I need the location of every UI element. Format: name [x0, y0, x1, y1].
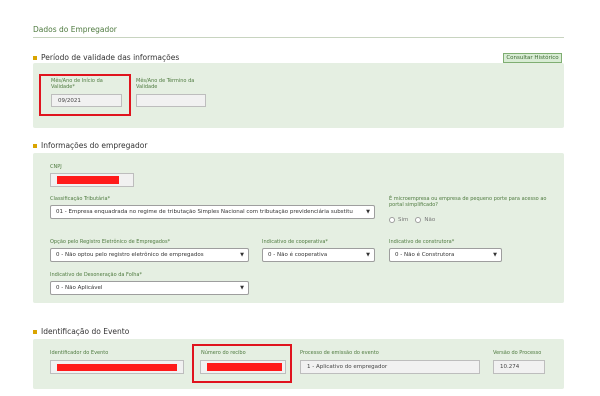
payroll-value: 0 - Não Aplicável [56, 285, 103, 291]
electronic-registry-select[interactable]: 0 - Não optou pelo registro eletrônico d… [50, 248, 249, 262]
construction-value: 0 - Não é Construtora [395, 252, 455, 258]
chevron-down-icon: ▼ [366, 209, 370, 215]
chevron-down-icon: ▼ [240, 252, 244, 258]
end-date-field[interactable] [136, 94, 206, 107]
bullet-icon [33, 329, 37, 334]
employer-heading-text: Informações do empregador [41, 141, 148, 150]
construction-label: Indicativo de construtora* [389, 239, 455, 245]
process-field[interactable]: 1 - Aplicativo do empregador [300, 360, 480, 374]
receipt-label: Número do recibo [201, 350, 246, 356]
electronic-registry-label: Opção pelo Registro Eletrônico de Empreg… [50, 239, 171, 245]
payroll-label: Indicativo de Desoneração da Folha* [50, 272, 142, 278]
version-label: Versão do Processo [493, 350, 542, 356]
event-id-redaction [57, 363, 177, 371]
start-date-label: Mês/Ano de Início da Validade* [51, 78, 103, 90]
bullet-icon [33, 143, 37, 148]
cooperative-select[interactable]: 0 - Não é cooperativa ▼ [262, 248, 375, 262]
validity-section-heading: Período de validade das informações [33, 53, 179, 62]
version-field[interactable]: 10.274 [493, 360, 545, 374]
event-id-field[interactable] [50, 360, 184, 374]
event-section-heading: Identificação do Evento [33, 327, 129, 336]
validity-heading-text: Período de validade das informações [41, 53, 180, 62]
micro-yes-label: Sim [398, 217, 409, 223]
micro-yes-radio[interactable] [389, 217, 395, 223]
receipt-field[interactable] [200, 360, 286, 374]
title-divider [33, 37, 564, 38]
employer-section-heading: Informações do empregador [33, 141, 147, 150]
bullet-icon [33, 55, 37, 60]
micro-company-radio-group: Sim Não [389, 217, 435, 223]
construction-select[interactable]: 0 - Não é Construtora ▼ [389, 248, 502, 262]
micro-company-label: É microempresa ou empresa de pequeno por… [389, 196, 547, 208]
consult-history-button[interactable]: Consultar Histórico [503, 53, 562, 63]
event-heading-text: Identificação do Evento [41, 327, 130, 336]
payroll-select[interactable]: 0 - Não Aplicável ▼ [50, 281, 249, 295]
cnpj-redaction [57, 176, 119, 184]
cooperative-label: Indicativo de cooperativa* [262, 239, 328, 245]
chevron-down-icon: ▼ [493, 252, 497, 258]
electronic-registry-value: 0 - Não optou pelo registro eletrônico d… [56, 252, 204, 258]
classification-label: Classificação Tributária* [50, 196, 111, 202]
receipt-redaction [207, 363, 282, 371]
cooperative-value: 0 - Não é cooperativa [268, 252, 328, 258]
chevron-down-icon: ▼ [366, 252, 370, 258]
page-title: Dados do Empregador [33, 25, 117, 34]
end-date-label: Mês/Ano de Término da Validade [136, 78, 195, 90]
start-date-field[interactable]: 09/2021 [51, 94, 122, 107]
classification-select[interactable]: 01 - Empresa enquadrada no regime de tri… [50, 205, 375, 219]
micro-no-radio[interactable] [415, 217, 422, 223]
process-label: Processo de emissão do evento [300, 350, 379, 356]
chevron-down-icon: ▼ [240, 285, 244, 291]
event-id-label: Identificador do Evento [50, 350, 109, 356]
cnpj-field[interactable] [50, 173, 134, 187]
cnpj-label: CNPJ [50, 164, 62, 170]
classification-value: 01 - Empresa enquadrada no regime de tri… [56, 209, 353, 215]
micro-no-label: Não [424, 217, 436, 223]
